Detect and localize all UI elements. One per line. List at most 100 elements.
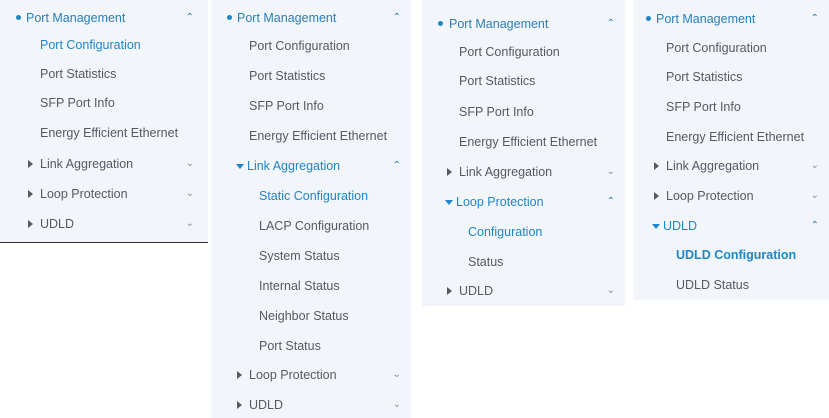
chevron-down-icon[interactable]: ⌄: [186, 183, 194, 205]
chevron-down-icon[interactable]: ⌄: [393, 364, 401, 386]
chevron-up-icon[interactable]: ⌃: [607, 191, 615, 213]
group-loop-protection[interactable]: Loop Protection ⌄: [0, 183, 208, 205]
caret-right-icon: [654, 162, 659, 170]
caret-right-icon: [654, 192, 659, 200]
group-label: Loop Protection: [456, 195, 544, 209]
caret-right-icon: [237, 401, 242, 409]
menu-item-port-configuration[interactable]: Port Configuration: [211, 35, 411, 57]
menu-item-energy-efficient-ethernet[interactable]: Energy Efficient Ethernet: [0, 122, 208, 144]
chevron-up-icon[interactable]: ⌃: [811, 215, 819, 237]
group-udld[interactable]: UDLD ⌄: [0, 213, 208, 235]
menu-item-port-statistics[interactable]: Port Statistics: [0, 63, 208, 85]
group-udld[interactable]: UDLD ⌄: [211, 394, 411, 416]
menu-item-label: Energy Efficient Ethernet: [666, 130, 805, 144]
group-udld[interactable]: UDLD ⌃: [633, 215, 829, 237]
chevron-down-icon[interactable]: ⌄: [607, 280, 615, 302]
group-label: Loop Protection: [40, 187, 128, 201]
port-management-header[interactable]: Port Management ⌃: [0, 7, 208, 29]
chevron-down-icon[interactable]: ⌄: [393, 394, 401, 416]
menu-item-label: Port Statistics: [249, 69, 326, 83]
nav-panel-3: Port Management ⌃ Port Configuration Por…: [422, 0, 625, 306]
chevron-up-icon[interactable]: ⌃: [607, 13, 615, 35]
chevron-down-icon[interactable]: ⌄: [186, 153, 194, 175]
submenu-item-label: Configuration: [468, 225, 543, 239]
menu-item-port-configuration[interactable]: Port Configuration: [633, 37, 829, 59]
caret-down-icon: [652, 224, 660, 229]
chevron-up-icon[interactable]: ⌃: [186, 7, 194, 29]
group-label: Link Aggregation: [459, 165, 553, 179]
submenu-item-port-status[interactable]: Port Status: [211, 335, 411, 357]
menu-item-port-statistics[interactable]: Port Statistics: [633, 66, 829, 88]
group-label: UDLD: [249, 398, 284, 412]
caret-right-icon: [237, 371, 242, 379]
port-management-label: Port Management: [449, 17, 549, 31]
submenu-item-label: System Status: [259, 249, 340, 263]
chevron-down-icon[interactable]: ⌄: [811, 185, 819, 207]
port-management-label: Port Management: [237, 11, 337, 25]
submenu-item-label: UDLD Status: [676, 278, 749, 292]
caret-right-icon: [447, 168, 452, 176]
group-link-aggregation[interactable]: Link Aggregation ⌄: [422, 161, 625, 183]
menu-item-port-configuration[interactable]: Port Configuration: [422, 41, 625, 63]
dot-icon: [646, 16, 651, 21]
menu-item-sfp-port-info[interactable]: SFP Port Info: [211, 95, 411, 117]
group-link-aggregation[interactable]: Link Aggregation ⌄: [633, 155, 829, 177]
group-loop-protection[interactable]: Loop Protection ⌄: [211, 364, 411, 386]
group-label: Link Aggregation: [40, 157, 134, 171]
group-link-aggregation[interactable]: Link Aggregation ⌃: [211, 155, 411, 177]
nav-panel-4: Port Management ⌃ Port Configuration Por…: [633, 0, 829, 300]
port-management-header[interactable]: Port Management ⌃: [633, 8, 829, 30]
group-label: UDLD: [663, 219, 698, 233]
dot-icon: [16, 15, 21, 20]
chevron-up-icon[interactable]: ⌃: [393, 155, 401, 177]
submenu-item-status[interactable]: Status: [422, 251, 625, 273]
group-label: Loop Protection: [666, 189, 754, 203]
chevron-down-icon[interactable]: ⌄: [607, 161, 615, 183]
group-label: Link Aggregation: [247, 159, 341, 173]
port-management-header[interactable]: Port Management ⌃: [422, 13, 625, 35]
menu-item-energy-efficient-ethernet[interactable]: Energy Efficient Ethernet: [422, 131, 625, 153]
menu-item-label: Energy Efficient Ethernet: [459, 135, 598, 149]
dot-icon: [438, 21, 443, 26]
port-management-label: Port Management: [26, 11, 126, 25]
menu-item-label: Port Configuration: [40, 38, 141, 52]
menu-item-label: Port Statistics: [666, 70, 743, 84]
menu-item-sfp-port-info[interactable]: SFP Port Info: [633, 96, 829, 118]
caret-right-icon: [447, 287, 452, 295]
port-management-header[interactable]: Port Management ⌃: [211, 7, 411, 29]
submenu-item-label: UDLD Configuration: [676, 248, 797, 262]
submenu-item-lacp-configuration[interactable]: LACP Configuration: [211, 215, 411, 237]
chevron-down-icon[interactable]: ⌄: [186, 213, 194, 235]
submenu-item-internal-status[interactable]: Internal Status: [211, 275, 411, 297]
menu-item-port-configuration[interactable]: Port Configuration: [0, 34, 208, 56]
group-loop-protection[interactable]: Loop Protection ⌃: [422, 191, 625, 213]
submenu-item-label: LACP Configuration: [259, 219, 370, 233]
caret-down-icon: [445, 200, 453, 205]
menu-item-energy-efficient-ethernet[interactable]: Energy Efficient Ethernet: [211, 125, 411, 147]
menu-item-port-statistics[interactable]: Port Statistics: [422, 70, 625, 92]
menu-item-sfp-port-info[interactable]: SFP Port Info: [0, 92, 208, 114]
chevron-down-icon[interactable]: ⌄: [811, 155, 819, 177]
submenu-item-label: Port Status: [259, 339, 321, 353]
chevron-up-icon[interactable]: ⌃: [393, 7, 401, 29]
group-link-aggregation[interactable]: Link Aggregation ⌄: [0, 153, 208, 175]
submenu-item-udld-status[interactable]: UDLD Status: [633, 274, 829, 296]
menu-item-energy-efficient-ethernet[interactable]: Energy Efficient Ethernet: [633, 126, 829, 148]
submenu-item-static-configuration[interactable]: Static Configuration: [211, 185, 411, 207]
menu-item-port-statistics[interactable]: Port Statistics: [211, 65, 411, 87]
submenu-item-system-status[interactable]: System Status: [211, 245, 411, 267]
nav-panel-2: Port Management ⌃ Port Configuration Por…: [211, 0, 411, 418]
group-udld[interactable]: UDLD ⌄: [422, 280, 625, 302]
submenu-item-neighbor-status[interactable]: Neighbor Status: [211, 305, 411, 327]
menu-item-label: Port Statistics: [459, 74, 536, 88]
caret-right-icon: [28, 190, 33, 198]
submenu-item-configuration[interactable]: Configuration: [422, 221, 625, 243]
menu-item-sfp-port-info[interactable]: SFP Port Info: [422, 101, 625, 123]
chevron-up-icon[interactable]: ⌃: [811, 8, 819, 30]
submenu-item-udld-configuration[interactable]: UDLD Configuration: [633, 244, 829, 266]
menu-item-label: Port Configuration: [666, 41, 767, 55]
group-label: UDLD: [459, 284, 494, 298]
dot-icon: [227, 15, 232, 20]
group-label: Link Aggregation: [666, 159, 760, 173]
group-loop-protection[interactable]: Loop Protection ⌄: [633, 185, 829, 207]
